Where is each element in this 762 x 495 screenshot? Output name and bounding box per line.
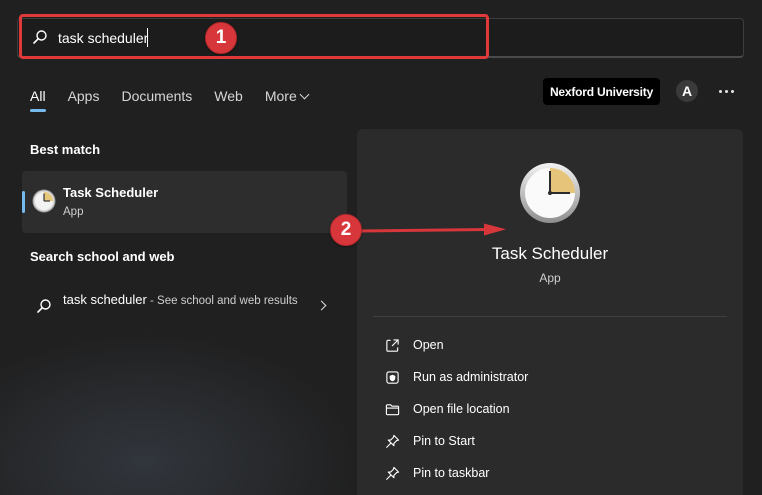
best-match-heading: Best match — [30, 142, 101, 157]
action-open-label: Open — [413, 338, 444, 352]
clock-icon — [32, 189, 56, 213]
search-icon — [36, 298, 52, 314]
action-pin-to-taskbar-label: Pin to taskbar — [413, 466, 490, 480]
selection-indicator — [22, 191, 25, 213]
action-pin-to-start[interactable]: Pin to Start — [373, 425, 727, 457]
tab-apps[interactable]: Apps — [68, 88, 100, 104]
open-external-icon — [384, 337, 400, 353]
action-list: Open Run as administrator Open file loca… — [373, 329, 727, 489]
web-search-text: task scheduler - See school and web resu… — [63, 290, 313, 311]
avatar[interactable]: A — [676, 80, 698, 102]
shield-icon — [384, 369, 400, 385]
clock-icon — [518, 161, 582, 225]
step-badge-2: 2 — [330, 214, 362, 246]
best-match-item[interactable]: Task Scheduler App — [22, 171, 347, 233]
tab-web[interactable]: Web — [214, 88, 243, 104]
folder-icon — [384, 401, 400, 417]
chevron-right-icon — [316, 300, 327, 311]
text-caret — [147, 28, 148, 47]
detail-divider — [373, 316, 727, 317]
tab-documents[interactable]: Documents — [121, 88, 192, 104]
web-search-item[interactable]: task scheduler - See school and web resu… — [22, 284, 347, 330]
step-badge-1: 1 — [205, 22, 237, 54]
action-open-file-location-label: Open file location — [413, 402, 510, 416]
search-icon — [32, 29, 48, 45]
best-match-type: App — [63, 206, 84, 218]
org-badge[interactable]: Nexford University — [543, 78, 660, 105]
more-options-icon[interactable] — [716, 82, 736, 100]
action-run-as-admin[interactable]: Run as administrator — [373, 361, 727, 393]
web-search-query: task scheduler — [63, 292, 147, 307]
school-web-heading: Search school and web — [30, 249, 175, 264]
action-open-file-location[interactable]: Open file location — [373, 393, 727, 425]
background-glow — [0, 330, 360, 495]
tab-all[interactable]: All — [30, 88, 46, 112]
pin-icon — [384, 465, 400, 481]
web-search-suffix: - See school and web results — [146, 295, 298, 307]
action-run-as-admin-label: Run as administrator — [413, 370, 529, 384]
tab-more[interactable]: More — [264, 88, 310, 104]
filter-tabs: All Apps Documents Web More — [30, 85, 330, 112]
detail-app-type: App — [539, 271, 561, 285]
chevron-down-icon — [299, 89, 310, 99]
action-pin-to-start-label: Pin to Start — [413, 434, 475, 448]
tab-more-label: More — [264, 88, 297, 104]
action-open[interactable]: Open — [373, 329, 727, 361]
pin-icon — [384, 433, 400, 449]
best-match-name: Task Scheduler — [63, 185, 159, 200]
search-input[interactable] — [58, 27, 458, 49]
detail-app-name: Task Scheduler — [491, 244, 609, 263]
action-pin-to-taskbar[interactable]: Pin to taskbar — [373, 457, 727, 489]
